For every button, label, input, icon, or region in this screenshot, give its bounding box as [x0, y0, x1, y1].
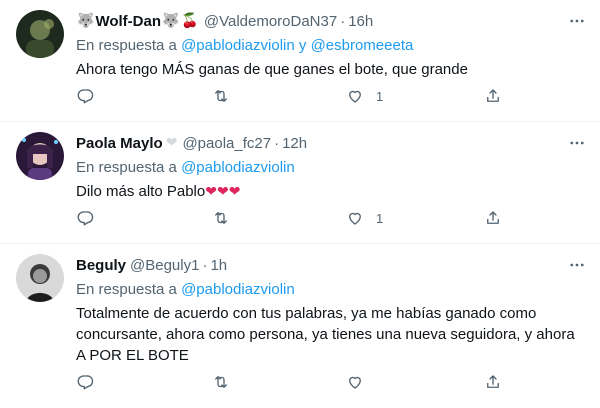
more-icon[interactable]	[556, 132, 586, 154]
tweet-text-content: Dilo más alto Pablo	[76, 183, 206, 200]
tweet-text: Totalmente de acuerdo con tus palabras, …	[76, 305, 575, 364]
retweet-button[interactable]	[212, 209, 230, 227]
separator-dot: ·	[274, 134, 280, 152]
share-icon	[487, 211, 499, 224]
wolf-emoji-icon: 🐺	[161, 13, 180, 29]
more-icon[interactable]	[556, 10, 586, 32]
wolf-emoji-icon: 🐺	[77, 13, 95, 29]
avatar[interactable]	[16, 10, 64, 58]
tweet-header: Beguly @Beguly1 · 1h	[76, 254, 586, 276]
tweet-actions	[76, 373, 506, 395]
mention-joiner: y	[298, 37, 307, 54]
retweet-button[interactable]	[212, 87, 230, 105]
tweet-text: Ahora tengo MÁS ganas de que ganes el bo…	[76, 61, 468, 78]
like-count: 1	[376, 210, 384, 226]
replies-feed: 🐺 Wolf-Dan 🐺 🍒 @ValdemoroDaN37 · 16h En …	[0, 0, 600, 408]
reply-context: En respuesta a @pablodiazviolin	[76, 158, 586, 178]
mention-link[interactable]: @pablodiazviolin	[181, 281, 295, 298]
tweet-text: Dilo más alto Pablo❤❤❤	[76, 181, 586, 202]
reply-prefix: En respuesta a	[76, 37, 177, 54]
avatar[interactable]	[16, 254, 64, 302]
white-heart-emoji-icon: ❤	[165, 135, 178, 151]
display-name[interactable]: 🐺 Wolf-Dan 🐺 🍒	[76, 13, 200, 30]
tweet[interactable]: Beguly @Beguly1 · 1h En respuesta a @pab…	[0, 244, 600, 408]
share-button[interactable]	[484, 87, 502, 105]
like-icon	[349, 376, 361, 389]
tweet-header: Paola Maylo ❤ @paola_fc27 · 12h	[76, 132, 586, 154]
separator-dot: ·	[202, 256, 208, 274]
share-button[interactable]	[484, 373, 502, 391]
cherry-emoji-icon: 🍒	[181, 13, 199, 29]
red-heart-emoji-icon: ❤	[205, 183, 217, 199]
display-name-text: Wolf-Dan	[95, 12, 161, 30]
tweet[interactable]: 🐺 Wolf-Dan 🐺 🍒 @ValdemoroDaN37 · 16h En …	[0, 0, 600, 122]
mention-link[interactable]: @esbromeeeta	[311, 37, 414, 54]
user-handle[interactable]: @paola_fc27	[182, 135, 271, 152]
reply-icon	[77, 89, 94, 104]
user-handle[interactable]: @Beguly1	[130, 257, 199, 274]
timestamp[interactable]: 16h	[348, 13, 373, 30]
timestamp[interactable]: 1h	[210, 257, 227, 274]
like-icon	[349, 212, 361, 225]
reply-button[interactable]	[76, 373, 94, 391]
tweet-actions: 1	[76, 209, 506, 231]
retweet-button[interactable]	[212, 373, 230, 391]
more-icon[interactable]	[556, 254, 586, 276]
retweet-icon	[215, 212, 227, 224]
reply-context: En respuesta a @pablodiazviolin	[76, 280, 586, 300]
like-button[interactable]: 1	[346, 87, 383, 105]
mention-link[interactable]: @pablodiazviolin	[181, 159, 295, 176]
tweet[interactable]: Paola Maylo ❤ @paola_fc27 · 12h En respu…	[0, 122, 600, 244]
tweet-actions: 1	[76, 87, 506, 109]
timestamp[interactable]: 12h	[282, 135, 307, 152]
display-name-text: Paola Maylo	[76, 134, 163, 152]
reply-icon	[77, 375, 94, 390]
user-handle[interactable]: @ValdemoroDaN37	[204, 13, 337, 30]
reply-button[interactable]	[76, 87, 94, 105]
avatar[interactable]	[16, 132, 64, 180]
mention-link[interactable]: @pablodiazviolin	[181, 37, 295, 54]
like-icon	[349, 90, 361, 103]
reply-button[interactable]	[76, 209, 94, 227]
like-count: 1	[376, 88, 384, 104]
tweet-header: 🐺 Wolf-Dan 🐺 🍒 @ValdemoroDaN37 · 16h	[76, 10, 586, 32]
separator-dot: ·	[340, 12, 346, 30]
display-name[interactable]: Beguly	[76, 257, 126, 274]
share-icon	[487, 375, 499, 388]
reply-prefix: En respuesta a	[76, 159, 177, 176]
like-button[interactable]: 1	[346, 209, 383, 227]
display-name[interactable]: Paola Maylo ❤	[76, 135, 178, 152]
retweet-icon	[215, 90, 227, 102]
reply-prefix: En respuesta a	[76, 281, 177, 298]
retweet-icon	[215, 376, 227, 388]
share-icon	[487, 89, 499, 102]
like-button[interactable]	[346, 373, 376, 391]
share-button[interactable]	[484, 209, 502, 227]
display-name-text: Beguly	[76, 256, 127, 274]
red-heart-emoji-icon: ❤	[216, 183, 229, 199]
red-heart-emoji-icon: ❤	[228, 183, 241, 199]
reply-icon	[77, 211, 94, 226]
reply-context: En respuesta a @pablodiazviolin y @esbro…	[76, 36, 586, 56]
